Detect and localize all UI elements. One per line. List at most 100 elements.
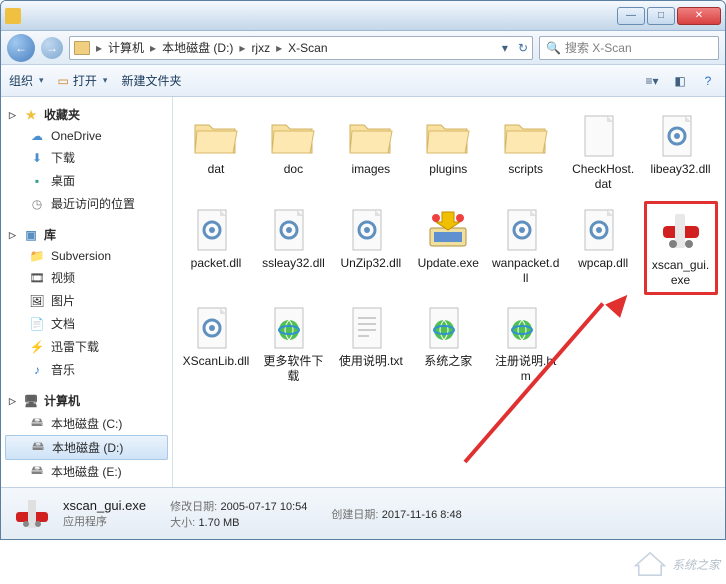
file-label: wanpacket.dll: [492, 256, 560, 286]
window-controls: — □ ✕: [617, 7, 721, 25]
forward-button[interactable]: →: [41, 37, 63, 59]
new-folder-button[interactable]: 新建文件夹: [121, 72, 181, 89]
sidebar-item-videos[interactable]: 🎞视频: [1, 266, 172, 289]
refresh-icon[interactable]: ↻: [518, 41, 528, 55]
libraries-header[interactable]: ▷ ▣ 库: [1, 223, 172, 246]
html-icon: [502, 304, 550, 352]
file-label: UnZip32.dll: [340, 256, 401, 271]
file-label: ssleay32.dll: [262, 256, 325, 271]
file-item[interactable]: 注册说明.htm: [489, 299, 563, 389]
search-input[interactable]: 🔍 搜索 X-Scan: [539, 36, 719, 60]
file-item[interactable]: wpcap.dll: [566, 201, 640, 295]
computer-header[interactable]: ▷ 🖥 计算机: [1, 389, 172, 412]
file-item[interactable]: plugins: [411, 107, 485, 197]
sidebar-item-documents[interactable]: 📄文档: [1, 312, 172, 335]
recent-icon: ◷: [29, 197, 45, 211]
chevron-right-icon: ▸: [276, 41, 282, 55]
folder-icon: [424, 112, 472, 160]
file-item[interactable]: 使用说明.txt: [334, 299, 408, 389]
drive-icon: 🖴: [30, 441, 46, 455]
organize-button[interactable]: 组织: [9, 72, 44, 89]
disclosure-icon: ▷: [9, 396, 18, 405]
file-item[interactable]: 系统之家: [411, 299, 485, 389]
folder-icon: [502, 112, 550, 160]
file-item[interactable]: wanpacket.dll: [489, 201, 563, 295]
preview-pane-button[interactable]: ◧: [671, 72, 689, 90]
details-size-label: 大小:: [170, 517, 195, 529]
file-label: XScanLib.dll: [183, 354, 250, 369]
view-options-button[interactable]: ≡▾: [643, 72, 661, 90]
minimize-button[interactable]: —: [617, 7, 645, 25]
folder-icon: [192, 112, 240, 160]
sidebar-item-downloads[interactable]: ⬇下载: [1, 146, 172, 169]
sidebar-item-thunder[interactable]: ⚡迅雷下载: [1, 335, 172, 358]
sidebar-item-drive-e[interactable]: 🖴本地磁盘 (E:): [1, 460, 172, 483]
details-size-value: 1.70 MB: [199, 517, 240, 529]
file-item[interactable]: Update.exe: [411, 201, 485, 295]
open-button[interactable]: ▭ 打开: [58, 72, 108, 89]
folder-icon: [269, 112, 317, 160]
breadcrumb-bar[interactable]: ▸ 计算机 ▸ 本地磁盘 (D:) ▸ rjxz ▸ X-Scan ▾ ↻: [69, 36, 533, 60]
dll-icon: [192, 304, 240, 352]
dll-icon: [502, 206, 550, 254]
sidebar-item-drive-d[interactable]: 🖴本地磁盘 (D:): [5, 435, 168, 460]
breadcrumb-item[interactable]: rjxz: [251, 41, 270, 55]
file-item[interactable]: packet.dll: [179, 201, 253, 295]
file-item[interactable]: UnZip32.dll: [334, 201, 408, 295]
file-item[interactable]: doc: [256, 107, 330, 197]
close-button[interactable]: ✕: [677, 7, 721, 25]
help-button[interactable]: ?: [699, 72, 717, 90]
folder-icon: 📁: [29, 249, 45, 263]
music-icon: ♪: [29, 363, 45, 377]
file-item[interactable]: dat: [179, 107, 253, 197]
file-item[interactable]: ssleay32.dll: [256, 201, 330, 295]
sidebar-item-pictures[interactable]: 🖼图片: [1, 289, 172, 312]
details-filename: xscan_gui.exe: [63, 498, 146, 513]
arrow-left-icon: ←: [15, 41, 27, 55]
window-icon: [5, 8, 21, 24]
dropdown-icon[interactable]: ▾: [502, 41, 508, 55]
library-icon: ▣: [23, 228, 39, 242]
file-label: scripts: [508, 162, 543, 177]
file-label: dat: [208, 162, 225, 177]
sidebar-item-desktop[interactable]: ▪桌面: [1, 169, 172, 192]
file-item[interactable]: CheckHost.dat: [566, 107, 640, 197]
dat-icon: [579, 112, 627, 160]
breadcrumb-item[interactable]: X-Scan: [288, 41, 327, 55]
sidebar-item-music[interactable]: ♪音乐: [1, 358, 172, 381]
breadcrumb-item[interactable]: 本地磁盘 (D:): [162, 39, 233, 56]
cloud-icon: ☁: [29, 129, 45, 143]
sidebar-item-onedrive[interactable]: ☁OneDrive: [1, 126, 172, 146]
navigation-pane: ▷ ★ 收藏夹 ☁OneDrive ⬇下载 ▪桌面 ◷最近访问的位置 ▷ ▣ 库…: [1, 97, 173, 487]
file-label: packet.dll: [191, 256, 242, 271]
computer-group: ▷ 🖥 计算机 🖴本地磁盘 (C:) 🖴本地磁盘 (D:) 🖴本地磁盘 (E:): [1, 389, 172, 483]
file-label: wpcap.dll: [578, 256, 628, 271]
toolbar: 组织 ▭ 打开 新建文件夹 ≡▾ ◧ ?: [1, 65, 725, 97]
sidebar-item-subversion[interactable]: 📁Subversion: [1, 246, 172, 266]
maximize-button[interactable]: □: [647, 7, 675, 25]
dll-icon: [192, 206, 240, 254]
file-list: dat docimages plugins scripts CheckHost.datl…: [173, 97, 725, 487]
file-label: CheckHost.dat: [569, 162, 637, 192]
details-modified-label: 修改日期:: [170, 501, 217, 513]
file-item[interactable]: images: [334, 107, 408, 197]
back-button[interactable]: ←: [7, 34, 35, 62]
file-item[interactable]: scripts: [489, 107, 563, 197]
picture-icon: 🖼: [29, 294, 45, 308]
arrow-right-icon: →: [46, 41, 58, 55]
sidebar-item-recent[interactable]: ◷最近访问的位置: [1, 192, 172, 215]
file-item[interactable]: libeay32.dll: [644, 107, 718, 197]
star-icon: ★: [23, 108, 39, 122]
file-label: 更多软件下载: [259, 354, 327, 384]
file-item[interactable]: 更多软件下载: [256, 299, 330, 389]
file-item[interactable]: XScanLib.dll: [179, 299, 253, 389]
folder-icon: [74, 41, 90, 55]
file-label: plugins: [429, 162, 467, 177]
file-label: xscan_gui.exe: [649, 258, 713, 288]
favorites-header[interactable]: ▷ ★ 收藏夹: [1, 103, 172, 126]
breadcrumb-item[interactable]: 计算机: [108, 39, 144, 56]
video-icon: 🎞: [29, 271, 45, 285]
file-item[interactable]: xscan_gui.exe: [644, 201, 718, 295]
sidebar-item-drive-c[interactable]: 🖴本地磁盘 (C:): [1, 412, 172, 435]
dll-icon: [347, 206, 395, 254]
